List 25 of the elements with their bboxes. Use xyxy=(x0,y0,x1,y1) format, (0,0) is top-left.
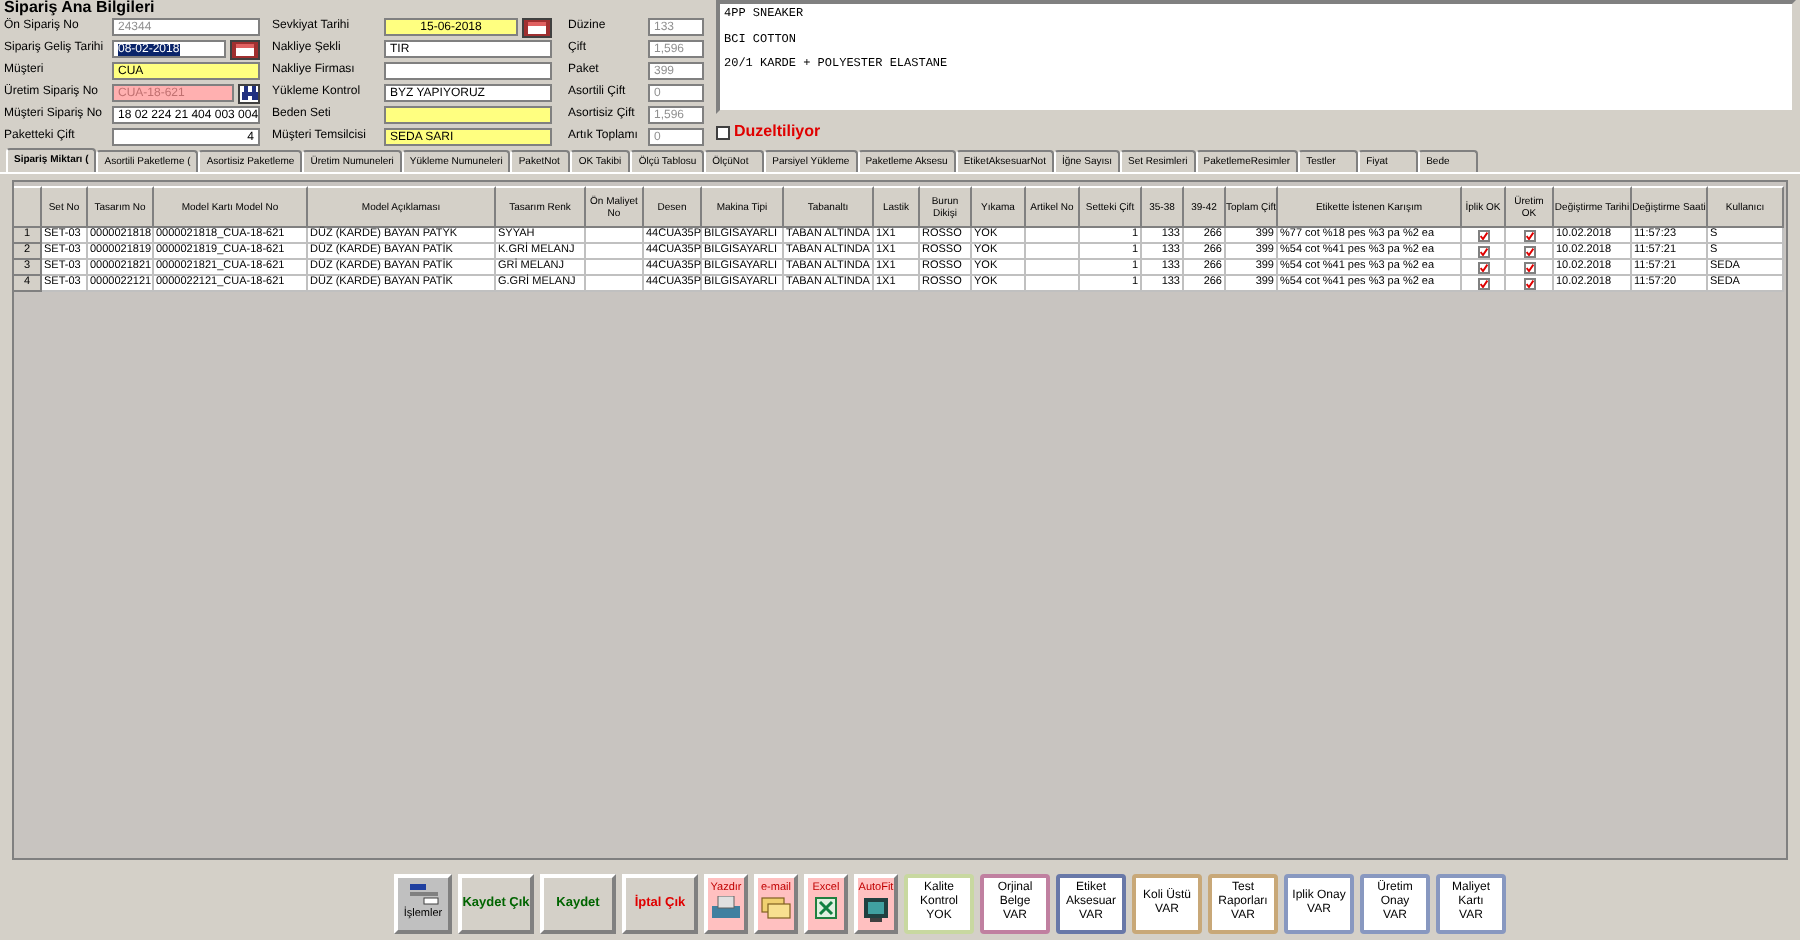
checkbox[interactable] xyxy=(716,125,730,139)
checkbox[interactable] xyxy=(1477,229,1489,241)
spreadsheet-icon xyxy=(814,895,838,920)
checkbox[interactable] xyxy=(1477,261,1489,273)
envelopes-icon xyxy=(760,895,792,920)
checkbox[interactable] xyxy=(1523,261,1535,273)
section-title: Sipariş Ana Bilgileri xyxy=(4,0,155,16)
binoculars-icon xyxy=(241,86,257,100)
checkbox[interactable] xyxy=(1523,277,1535,289)
calendar-button[interactable] xyxy=(522,17,552,37)
checkbox[interactable] xyxy=(1523,245,1535,257)
calendar-icon xyxy=(236,43,254,55)
checkbox[interactable] xyxy=(1477,245,1489,257)
text-field[interactable] xyxy=(384,106,552,124)
checkbox[interactable] xyxy=(1523,229,1535,241)
checkbox[interactable] xyxy=(1477,277,1489,289)
binoculars-button[interactable] xyxy=(238,83,260,103)
text-field[interactable] xyxy=(384,62,552,80)
monitor-icon xyxy=(862,895,890,924)
form-icon xyxy=(407,882,439,907)
printer-icon xyxy=(710,895,742,920)
calendar-icon xyxy=(528,21,546,33)
column-header[interactable] xyxy=(14,186,42,228)
calendar-button[interactable] xyxy=(230,39,260,59)
editing-label: Duzeltiliyor xyxy=(734,120,821,144)
